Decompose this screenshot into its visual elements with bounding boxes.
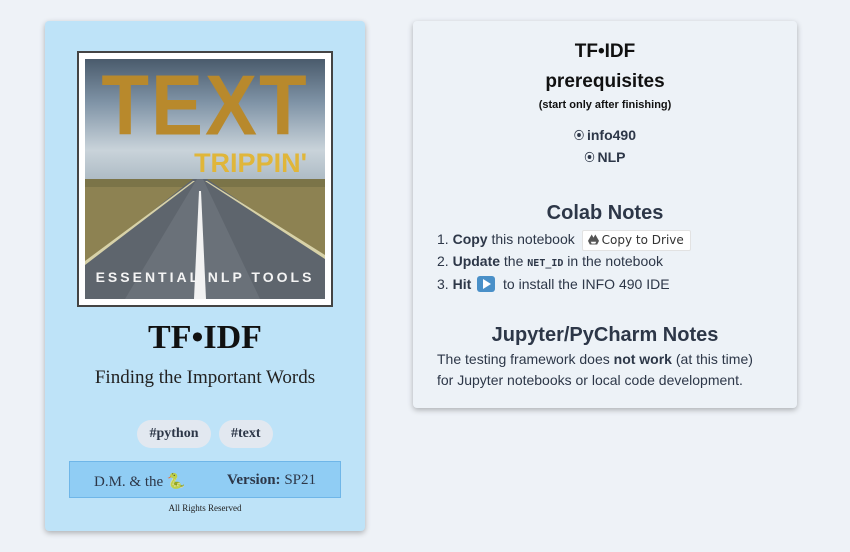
- rights-notice: All Rights Reserved: [168, 503, 242, 513]
- colab-steps: 1. Copy this notebook Copy to Drive 2. U…: [437, 229, 691, 295]
- step-text: the: [503, 253, 524, 269]
- colab-step-1: 1. Copy this notebook Copy to Drive: [437, 229, 691, 251]
- colab-step-3: 3. Hit to install the INFO 490 IDE: [437, 274, 691, 295]
- author-label: D.M. & the 🐍: [94, 474, 186, 490]
- version-info: Version: SP21: [227, 472, 316, 489]
- jupyter-text: The testing framework does: [437, 351, 610, 367]
- prereq-list: ⦿ info490 ⦿ NLP: [413, 125, 797, 169]
- version-value: SP21: [284, 472, 316, 488]
- jupyter-emphasis: not work: [613, 351, 672, 367]
- step-number: 1.: [437, 231, 449, 247]
- net-id-code: NET_ID: [527, 258, 564, 269]
- cover-art: TEXT TRIPPIN' ESSENTIAL NLP TOOLS: [85, 59, 325, 299]
- step-text: to install the INFO 490 IDE: [503, 276, 670, 292]
- step-text: in the notebook: [567, 253, 664, 269]
- card-footer: D.M. & the 🐍 Version: SP21: [69, 461, 341, 498]
- colab-step-2: 2. Update the NET_ID in the notebook: [437, 251, 691, 274]
- jupyter-text: for Jupyter notebooks or local code deve…: [437, 372, 743, 388]
- jupyter-heading: Jupyter/PyCharm Notes: [491, 324, 719, 346]
- prereq-item[interactable]: ⦿ NLP: [413, 147, 797, 169]
- cover-image: TEXT TRIPPIN' ESSENTIAL NLP TOOLS: [77, 51, 333, 307]
- step-number: 3.: [437, 276, 449, 292]
- prereq-label: info490: [586, 127, 636, 143]
- lesson-title: TF•IDF: [148, 319, 262, 356]
- tag-list: #python #text: [45, 420, 365, 448]
- prereq-item[interactable]: ⦿ info490: [413, 125, 797, 147]
- cover-subtitle: TRIPPIN': [194, 148, 307, 178]
- cover-title: TEXT: [101, 59, 309, 154]
- play-button-icon: [477, 276, 496, 292]
- cover-tagline: ESSENTIAL NLP TOOLS: [95, 269, 315, 285]
- version-label: Version:: [226, 472, 281, 488]
- prereq-label: NLP: [597, 149, 626, 165]
- prereq-heading: prerequisites: [545, 71, 665, 92]
- colab-heading: Colab Notes: [546, 202, 664, 224]
- radio-bullet-icon: ⦿: [573, 131, 584, 142]
- radio-bullet-icon: ⦿: [584, 153, 595, 164]
- step-text: this notebook: [491, 231, 575, 247]
- step-verb: Copy: [452, 231, 488, 247]
- lesson-subtitle: Finding the Important Words: [94, 367, 316, 388]
- step-verb: Update: [452, 253, 501, 269]
- prereq-note: (start only after finishing): [538, 99, 672, 111]
- tag-python[interactable]: #python: [137, 420, 211, 448]
- notes-title: TF•IDF: [574, 41, 636, 62]
- jupyter-notes: The testing framework does not work (at …: [437, 349, 753, 391]
- jupyter-text: (at this time): [675, 351, 753, 367]
- copy-to-drive-button[interactable]: Copy to Drive: [581, 230, 691, 251]
- notes-card: TF•IDF prerequisites (start only after f…: [413, 21, 797, 408]
- course-card: TEXT TRIPPIN' ESSENTIAL NLP TOOLS TF•IDF…: [45, 21, 365, 531]
- step-verb: Hit: [452, 276, 472, 292]
- google-drive-icon: [587, 234, 599, 245]
- tag-text[interactable]: #text: [218, 420, 273, 448]
- copy-to-drive-label: Copy to Drive: [601, 233, 684, 247]
- step-number: 2.: [437, 253, 449, 269]
